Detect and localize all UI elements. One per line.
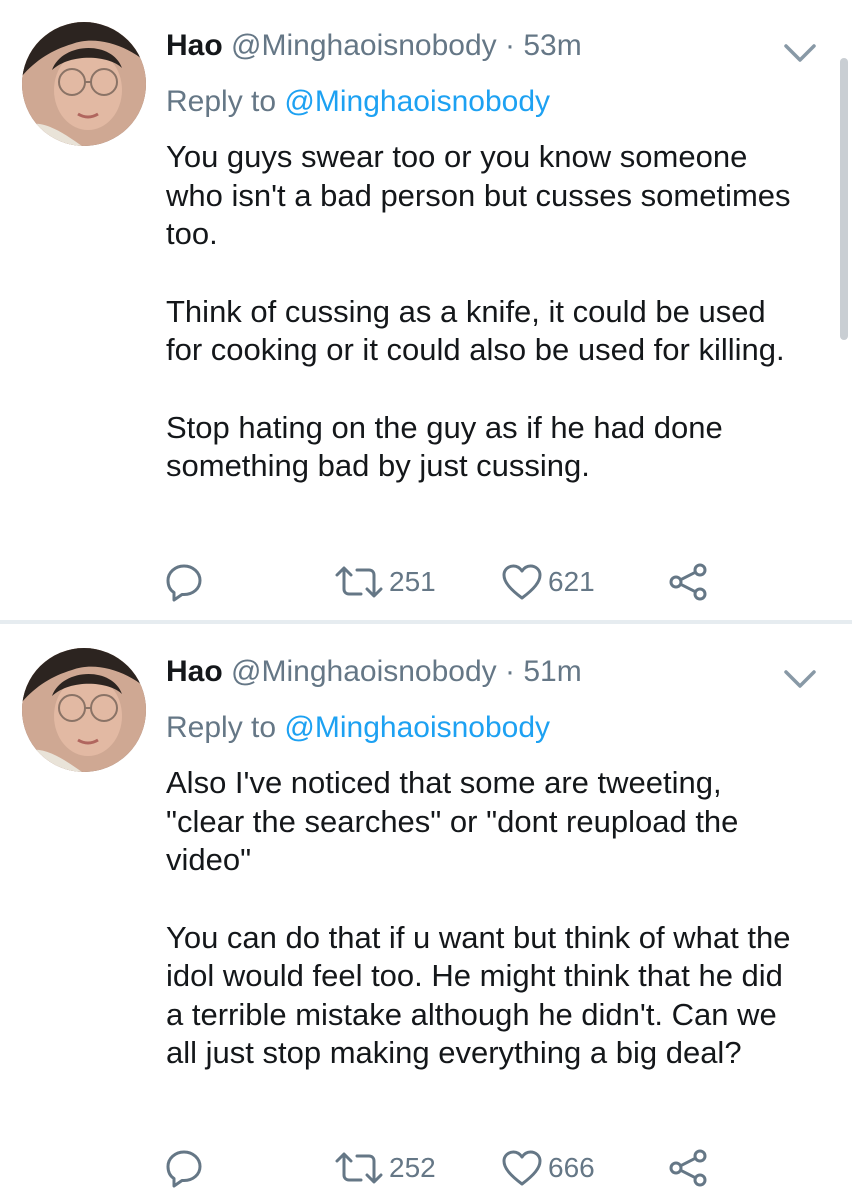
tweet[interactable]: Hao @Minghaoisnobody · 53m Reply to @Min… <box>0 0 852 622</box>
like-button[interactable]: 621 <box>500 557 595 607</box>
avatar-photo <box>22 648 146 772</box>
reply-icon <box>166 1150 202 1188</box>
tweet-paragraph: Think of cussing as a knife, it could be… <box>166 293 785 368</box>
reply-button[interactable] <box>163 557 205 607</box>
retweet-count: 251 <box>389 566 436 597</box>
avatar[interactable] <box>22 648 146 772</box>
reply-label: Reply to <box>166 85 277 118</box>
tweet-divider <box>0 620 852 624</box>
separator: · <box>505 655 515 688</box>
tweet-actions: 252 666 <box>0 1143 852 1193</box>
reply-mention-link[interactable]: @Minghaoisnobody <box>284 711 550 744</box>
like-button[interactable]: 666 <box>500 1143 595 1193</box>
tweet-paragraph: Also I've noticed that some are tweeting… <box>166 765 739 877</box>
reply-context: Reply to @Minghaoisnobody <box>166 82 550 122</box>
tweet-paragraph: You guys swear too or you know someone w… <box>166 139 791 251</box>
retweet-button[interactable]: 252 <box>333 1143 436 1193</box>
reply-icon <box>166 564 202 602</box>
tweet-text: You guys swear too or you know someone w… <box>166 138 806 525</box>
avatar[interactable] <box>22 22 146 146</box>
retweet-count: 252 <box>389 1152 436 1183</box>
tweet-actions: 251 621 <box>0 557 852 607</box>
heart-icon <box>502 564 542 600</box>
reply-label: Reply to <box>166 711 277 744</box>
reply-context: Reply to @Minghaoisnobody <box>166 708 550 748</box>
tweet-paragraph: You can do that if u want but think of w… <box>166 919 791 1071</box>
display-name[interactable]: Hao <box>166 655 223 688</box>
tweet[interactable]: Hao @Minghaoisnobody · 51m Reply to @Min… <box>0 626 852 1200</box>
scrollbar[interactable] <box>840 58 848 340</box>
retweet-button[interactable]: 251 <box>333 557 436 607</box>
display-name[interactable]: Hao <box>166 29 223 62</box>
retweet-icon <box>335 566 383 598</box>
reply-button[interactable] <box>163 1143 205 1193</box>
share-icon <box>669 1149 707 1187</box>
user-handle[interactable]: @Minghaoisnobody <box>231 29 497 62</box>
tweet-header: Hao @Minghaoisnobody · 51m <box>166 652 582 692</box>
timestamp[interactable]: 51m <box>523 655 581 688</box>
chevron-down-icon[interactable] <box>780 664 820 694</box>
avatar-photo <box>22 22 146 146</box>
tweet-text: Also I've noticed that some are tweeting… <box>166 764 806 1112</box>
tweet-paragraph: Stop hating on the guy as if he had done… <box>166 409 723 484</box>
heart-icon <box>502 1150 542 1186</box>
timestamp[interactable]: 53m <box>523 29 581 62</box>
chevron-down-icon[interactable] <box>780 38 820 68</box>
like-count: 666 <box>548 1152 595 1183</box>
share-button[interactable] <box>664 1143 710 1193</box>
separator: · <box>505 29 515 62</box>
share-icon <box>669 563 707 601</box>
like-count: 621 <box>548 566 595 597</box>
tweet-header: Hao @Minghaoisnobody · 53m <box>166 26 582 66</box>
user-handle[interactable]: @Minghaoisnobody <box>231 655 497 688</box>
reply-mention-link[interactable]: @Minghaoisnobody <box>284 85 550 118</box>
retweet-icon <box>335 1152 383 1184</box>
share-button[interactable] <box>664 557 710 607</box>
